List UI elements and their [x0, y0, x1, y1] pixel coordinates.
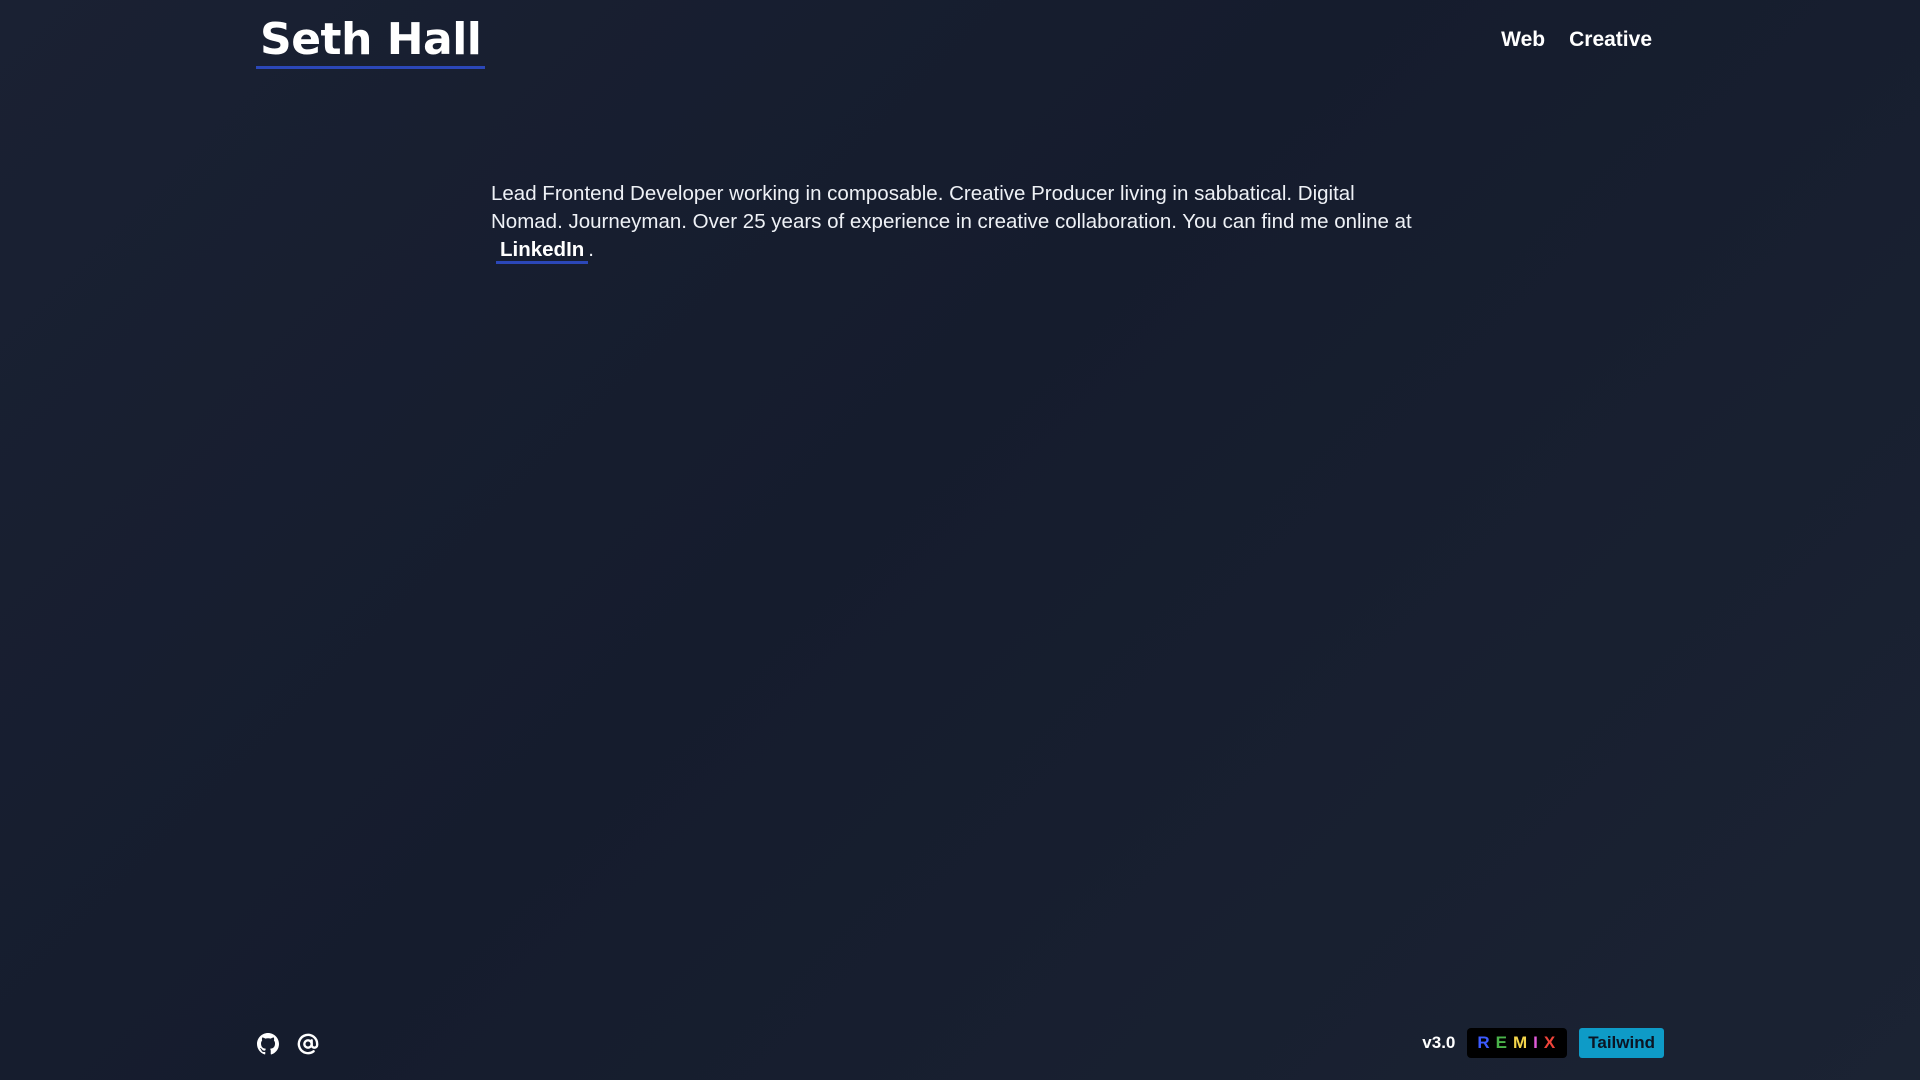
site-title-link[interactable]: Seth Hall — [256, 15, 486, 70]
intro-text: Lead Frontend Developer working in compo… — [491, 182, 1412, 233]
site-header: Seth Hall Web Creative — [256, 0, 1652, 84]
nav-item-creative[interactable]: Creative — [1569, 28, 1652, 52]
social-links — [256, 1032, 320, 1056]
remix-badge[interactable]: REMIX — [1467, 1028, 1568, 1058]
remix-letter: X — [1543, 1033, 1558, 1052]
intro-trailing: . — [588, 238, 594, 261]
remix-letter: E — [1495, 1033, 1509, 1052]
version-label: v3.0 — [1422, 1033, 1456, 1052]
intro-paragraph: Lead Frontend Developer working in compo… — [491, 180, 1421, 264]
remix-letter: R — [1477, 1033, 1492, 1052]
github-icon[interactable] — [256, 1032, 280, 1056]
site-footer: v3.0 REMIX Tailwind — [256, 1024, 1664, 1062]
tailwind-badge[interactable]: Tailwind — [1579, 1028, 1664, 1058]
main-nav: Web Creative — [1501, 28, 1652, 52]
at-sign-icon[interactable] — [296, 1032, 320, 1056]
remix-letter: M — [1513, 1033, 1530, 1052]
remix-letter: I — [1533, 1033, 1540, 1052]
tech-badges: v3.0 REMIX Tailwind — [1422, 1028, 1664, 1058]
linkedin-link[interactable]: LinkedIn — [496, 238, 589, 264]
nav-item-web[interactable]: Web — [1501, 28, 1545, 52]
